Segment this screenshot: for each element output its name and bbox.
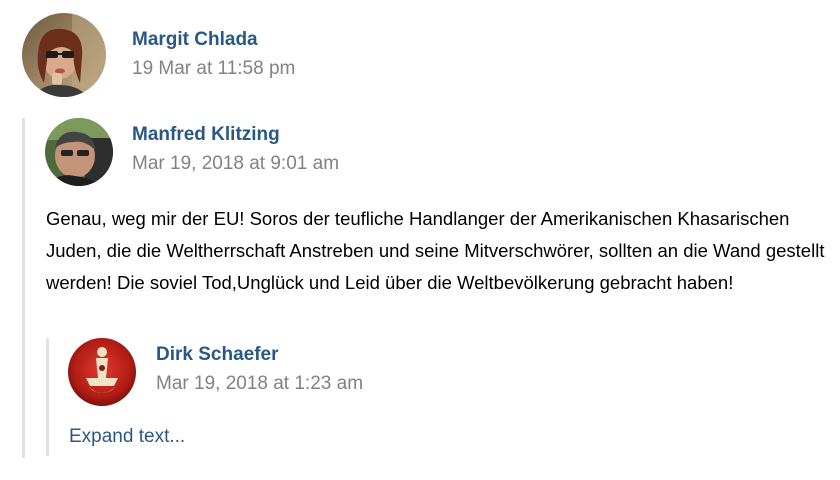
post-timestamp[interactable]: 19 Mar at 11:58 pm: [132, 58, 295, 80]
comment-text: Genau, weg mir der EU! Soros der teuflic…: [46, 208, 825, 293]
author-name[interactable]: Margit Chlada: [132, 29, 258, 51]
reply-thread-line: [22, 118, 25, 458]
reply-thread-line: [46, 338, 49, 456]
avatar-dirk-schaefer[interactable]: [68, 338, 136, 406]
avatar-image: [45, 118, 113, 186]
author-name[interactable]: Dirk Schaefer: [156, 344, 279, 366]
avatar-image: [68, 338, 136, 406]
avatar-manfred-klitzing[interactable]: [45, 118, 113, 186]
author-name[interactable]: Manfred Klitzing: [132, 124, 280, 146]
expand-text-link[interactable]: Expand text...: [69, 426, 185, 448]
avatar-image: [22, 13, 106, 97]
post-timestamp[interactable]: Mar 19, 2018 at 1:23 am: [156, 373, 363, 395]
avatar-margit-chlada[interactable]: [22, 13, 106, 97]
post-timestamp[interactable]: Mar 19, 2018 at 9:01 am: [132, 153, 339, 175]
